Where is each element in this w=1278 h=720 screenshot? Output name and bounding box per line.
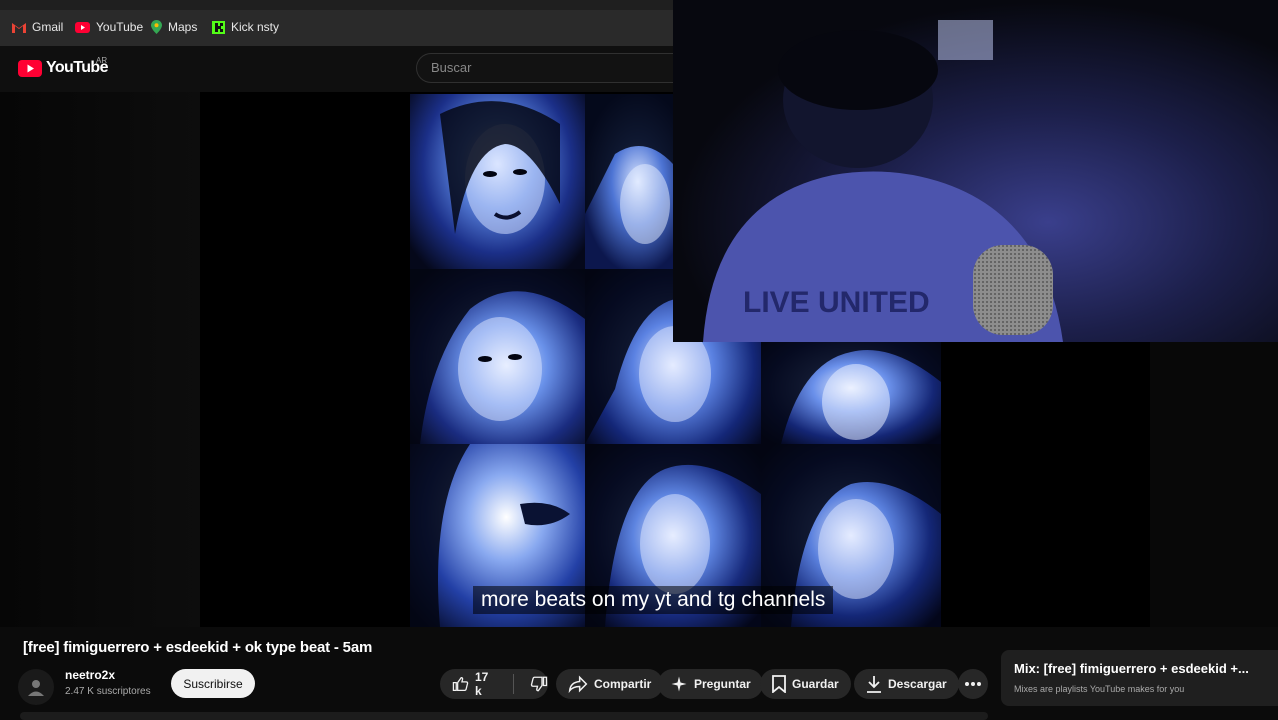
subscribe-button[interactable]: Suscribirse [171, 669, 255, 698]
video-frame-tile [761, 342, 941, 444]
webcam-overlay: LIVE UNITED [673, 0, 1278, 342]
kick-icon [212, 20, 225, 34]
bookmark-youtube[interactable]: YouTube [75, 14, 143, 40]
download-icon [867, 676, 881, 693]
portrait-image [440, 101, 560, 234]
youtube-logo-icon [18, 59, 42, 77]
video-frame-tile [585, 94, 673, 269]
like-button[interactable]: 17 k [452, 670, 497, 698]
thumbs-up-icon [452, 676, 469, 692]
shirt-text: LIVE UNITED [743, 286, 930, 319]
bookmark-label: YouTube [96, 20, 144, 34]
streamer-image: LIVE UNITED [703, 20, 1063, 342]
portrait-image [410, 269, 585, 444]
bookmark-label: Maps [168, 20, 198, 34]
description-box-edge [20, 712, 988, 720]
share-icon [568, 675, 588, 693]
save-label: Guardar [792, 677, 839, 691]
bookmark-kick[interactable]: Kick nsty [212, 14, 279, 40]
ask-button[interactable]: Preguntar [658, 669, 763, 699]
video-title: [free] fimiguerrero + esdeekid + ok type… [23, 639, 373, 656]
channel-avatar[interactable] [18, 669, 54, 705]
youtube-icon [75, 21, 90, 33]
avatar-icon [28, 680, 44, 696]
video-caption: more beats on my yt and tg channels [473, 586, 834, 614]
bookmark-label: Gmail [32, 20, 64, 34]
channel-name[interactable]: neetro2x [65, 668, 115, 682]
portrait-image [585, 94, 673, 244]
tab-strip [0, 0, 673, 10]
bookmark-label: Kick nsty [231, 20, 280, 34]
download-button[interactable]: Descargar [854, 669, 959, 699]
ask-label: Preguntar [694, 677, 751, 691]
bookmark-icon [772, 675, 786, 693]
bookmark-maps[interactable]: Maps [151, 14, 197, 40]
gmail-icon [12, 22, 26, 33]
video-frame-tile [410, 94, 585, 269]
mix-playlist-card[interactable] [1001, 650, 1278, 706]
like-dislike-group: 17 k [440, 669, 548, 699]
bookmark-gmail[interactable]: Gmail [12, 14, 63, 40]
more-actions-button[interactable] [958, 669, 988, 699]
youtube-logo[interactable]: YouTube [18, 59, 108, 77]
mix-subtitle: Mixes are playlists YouTube makes for yo… [1014, 684, 1185, 694]
share-button[interactable]: Compartir [556, 669, 664, 699]
video-frame-tile [410, 269, 585, 444]
share-label: Compartir [594, 677, 652, 691]
mix-title[interactable]: Mix: [free] fimiguerrero + esdeekid +... [1014, 661, 1278, 676]
download-label: Descargar [888, 677, 947, 691]
more-horizontal-icon [965, 682, 981, 686]
search-input[interactable]: Buscar [416, 53, 673, 83]
portrait-image [761, 342, 941, 444]
thumbs-down-icon [530, 676, 548, 692]
region-code: AR [96, 56, 108, 65]
dislike-button[interactable] [530, 675, 548, 693]
subscriber-count: 2.47 K suscriptores [65, 686, 151, 697]
like-divider [513, 674, 514, 694]
player-dark-margin [1150, 342, 1278, 627]
like-count: 17 k [475, 670, 489, 698]
player-dark-margin [0, 92, 200, 627]
sparkle-icon [671, 676, 687, 692]
maps-icon [151, 20, 162, 34]
save-button[interactable]: Guardar [760, 669, 851, 699]
